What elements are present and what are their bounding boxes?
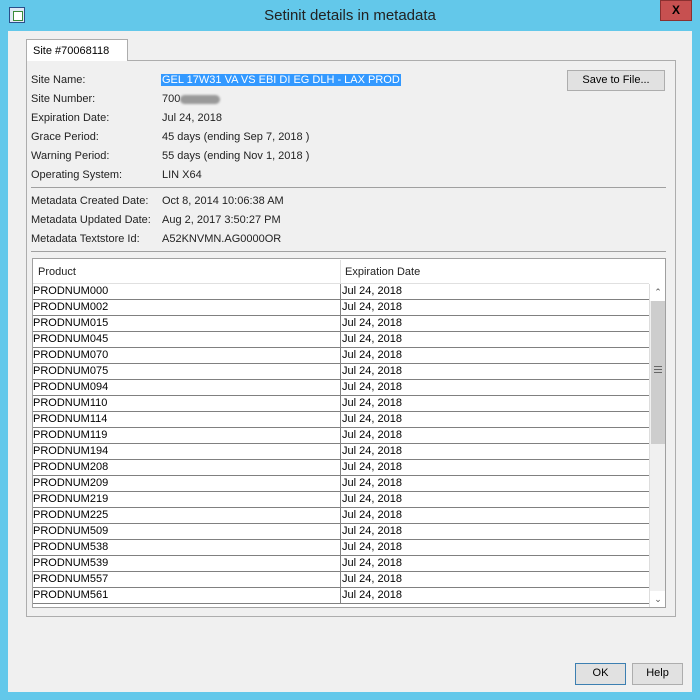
expiration-cell: Jul 24, 2018 [342, 573, 402, 585]
product-cell: PRODNUM000 [33, 285, 109, 297]
separator [31, 251, 666, 252]
site-number-value: 700 [162, 93, 181, 105]
product-cell: PRODNUM045 [33, 333, 109, 345]
table-row[interactable]: PRODNUM219 Jul 24, 2018 [33, 492, 649, 508]
expiration-cell: Jul 24, 2018 [342, 317, 402, 329]
expiration-cell: Jul 24, 2018 [342, 509, 402, 521]
column-header-expiration-date[interactable]: Expiration Date [345, 266, 420, 278]
table-row[interactable]: PRODNUM509 Jul 24, 2018 [33, 524, 649, 540]
table-row[interactable]: PRODNUM539 Jul 24, 2018 [33, 556, 649, 572]
expiration-cell: Jul 24, 2018 [342, 589, 402, 601]
table-row[interactable]: PRODNUM557 Jul 24, 2018 [33, 572, 649, 588]
field-label: Operating System: [31, 169, 123, 181]
product-cell: PRODNUM070 [33, 349, 109, 361]
product-cell: PRODNUM002 [33, 301, 109, 313]
field-label: Expiration Date: [31, 112, 110, 124]
table-row[interactable]: PRODNUM538 Jul 24, 2018 [33, 540, 649, 556]
product-cell: PRODNUM509 [33, 525, 109, 537]
field-label: Site Name: [31, 74, 86, 86]
expiration-cell: Jul 24, 2018 [342, 413, 402, 425]
product-cell: PRODNUM119 [33, 429, 108, 441]
window-title: Setinit details in metadata [264, 7, 436, 24]
table-row[interactable]: PRODNUM094 Jul 24, 2018 [33, 380, 649, 396]
scroll-down-icon[interactable]: ⌄ [650, 591, 665, 607]
field-label: Grace Period: [31, 131, 99, 143]
scroll-up-icon[interactable]: ⌃ [650, 284, 665, 301]
product-cell: PRODNUM110 [33, 397, 108, 409]
field-value: 45 days (ending Sep 7, 2018 ) [162, 131, 310, 143]
product-cell: PRODNUM209 [33, 477, 109, 489]
tab-site[interactable]: Site #70068118 [26, 39, 128, 61]
product-cell: PRODNUM225 [33, 509, 109, 521]
table-row[interactable]: PRODNUM002 Jul 24, 2018 [33, 300, 649, 316]
ok-button[interactable]: OK [575, 663, 626, 685]
expiration-cell: Jul 24, 2018 [342, 365, 402, 377]
field-value: Jul 24, 2018 [162, 112, 222, 124]
field-label: Warning Period: [31, 150, 110, 162]
scrollbar-thumb[interactable] [651, 301, 665, 444]
products-table: Product Expiration Date PRODNUM000 Jul 24… [32, 258, 666, 608]
title-bar: Setinit details in metadata X [0, 0, 700, 32]
site-name-value[interactable]: GEL 17W31 VA VS EBI DI EG DLH - LAX PROD [161, 74, 401, 86]
field-value: Oct 8, 2014 10:06:38 AM [162, 195, 284, 207]
table-row[interactable]: PRODNUM015 Jul 24, 2018 [33, 316, 649, 332]
table-row[interactable]: PRODNUM045 Jul 24, 2018 [33, 332, 649, 348]
table-row[interactable]: PRODNUM075 Jul 24, 2018 [33, 364, 649, 380]
expiration-cell: Jul 24, 2018 [342, 461, 402, 473]
field-value: A52KNVMN.AG0000OR [162, 233, 282, 245]
vertical-scrollbar[interactable]: ⌃ ⌄ [649, 284, 665, 607]
product-cell: PRODNUM557 [33, 573, 109, 585]
help-button[interactable]: Help [632, 663, 683, 685]
column-header-product[interactable]: Product [38, 266, 76, 278]
table-header: Product Expiration Date [33, 259, 649, 284]
field-label: Metadata Textstore Id: [31, 233, 140, 245]
expiration-cell: Jul 24, 2018 [342, 333, 402, 345]
product-cell: PRODNUM075 [33, 365, 109, 377]
product-cell: PRODNUM114 [33, 413, 108, 425]
table-row[interactable]: PRODNUM070 Jul 24, 2018 [33, 348, 649, 364]
expiration-cell: Jul 24, 2018 [342, 285, 402, 297]
product-cell: PRODNUM219 [33, 493, 109, 505]
product-cell: PRODNUM194 [33, 445, 109, 457]
expiration-cell: Jul 24, 2018 [342, 477, 402, 489]
product-cell: PRODNUM208 [33, 461, 109, 473]
field-value: Aug 2, 2017 3:50:27 PM [162, 214, 281, 226]
expiration-cell: Jul 24, 2018 [342, 445, 402, 457]
expiration-cell: Jul 24, 2018 [342, 301, 402, 313]
table-row[interactable]: PRODNUM114 Jul 24, 2018 [33, 412, 649, 428]
field-value: LIN X64 [162, 169, 202, 181]
table-row[interactable]: PRODNUM110 Jul 24, 2018 [33, 396, 649, 412]
expiration-cell: Jul 24, 2018 [342, 397, 402, 409]
product-cell: PRODNUM561 [33, 589, 109, 601]
field-value: GEL 17W31 VA VS EBI DI EG DLH - LAX PROD [161, 74, 401, 86]
save-to-file-button[interactable]: Save to File... [567, 70, 665, 91]
field-value: 55 days (ending Nov 1, 2018 ) [162, 150, 310, 162]
product-cell: PRODNUM094 [33, 381, 109, 393]
table-row[interactable]: PRODNUM208 Jul 24, 2018 [33, 460, 649, 476]
expiration-cell: Jul 24, 2018 [342, 429, 402, 441]
table-row[interactable]: PRODNUM194 Jul 24, 2018 [33, 444, 649, 460]
expiration-cell: Jul 24, 2018 [342, 557, 402, 569]
expiration-cell: Jul 24, 2018 [342, 525, 402, 537]
expiration-cell: Jul 24, 2018 [342, 381, 402, 393]
field-value: 700 [162, 93, 221, 105]
table-row[interactable]: PRODNUM119 Jul 24, 2018 [33, 428, 649, 444]
expiration-cell: Jul 24, 2018 [342, 493, 402, 505]
redacted-blur [180, 94, 221, 104]
table-row[interactable]: PRODNUM209 Jul 24, 2018 [33, 476, 649, 492]
close-button[interactable]: X [660, 0, 692, 21]
field-label: Metadata Created Date: [31, 195, 149, 207]
field-label: Site Number: [31, 93, 96, 105]
field-label: Metadata Updated Date: [31, 214, 151, 226]
table-row[interactable]: PRODNUM561 Jul 24, 2018 [33, 588, 649, 604]
expiration-cell: Jul 24, 2018 [342, 349, 402, 361]
expiration-cell: Jul 24, 2018 [342, 541, 402, 553]
table-row[interactable]: PRODNUM225 Jul 24, 2018 [33, 508, 649, 524]
product-cell: PRODNUM015 [33, 317, 109, 329]
separator [31, 187, 666, 188]
product-cell: PRODNUM539 [33, 557, 109, 569]
product-cell: PRODNUM538 [33, 541, 109, 553]
table-row[interactable]: PRODNUM000 Jul 24, 2018 [33, 284, 649, 300]
